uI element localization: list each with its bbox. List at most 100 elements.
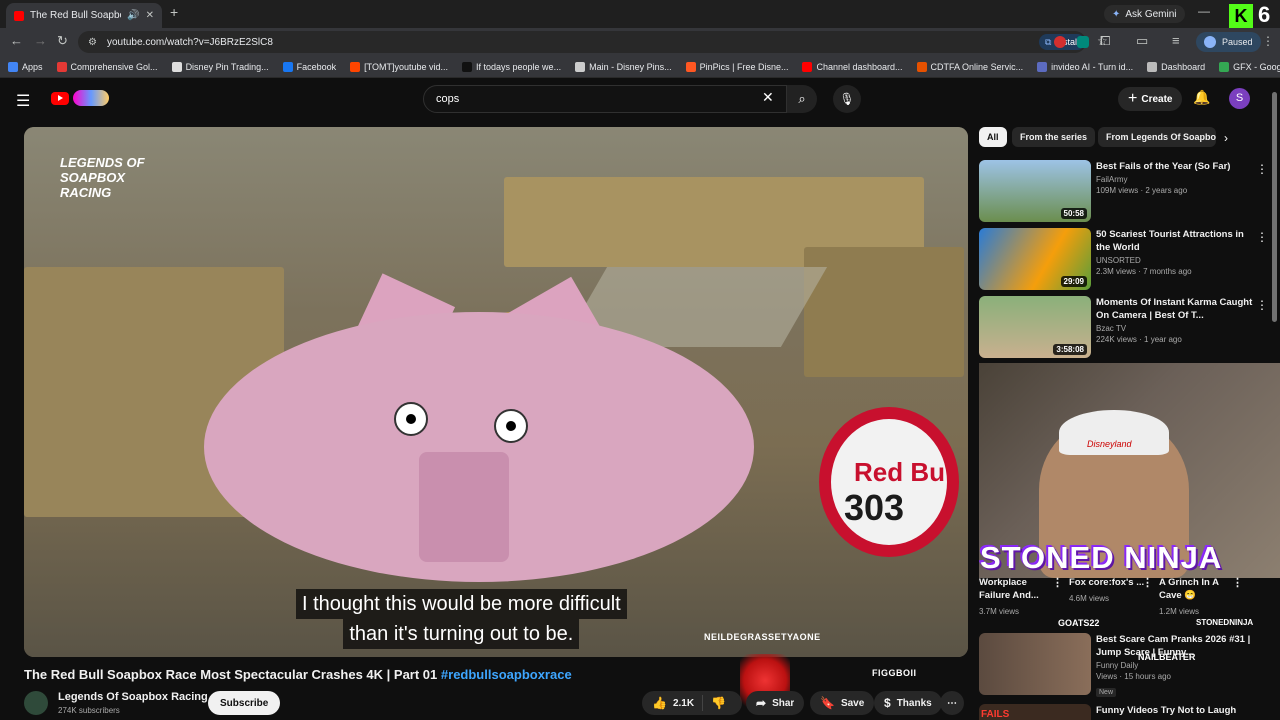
video-thumbnail[interactable] — [979, 633, 1091, 695]
short-title[interactable]: Workplace Failure And... — [979, 577, 1039, 601]
bookmark-item[interactable]: invideo AI - Turn id... — [1037, 61, 1133, 72]
bookmark-item[interactable]: Apps — [8, 61, 43, 72]
ask-gemini-button[interactable]: ✦ Ask Gemini — [1104, 5, 1185, 23]
thanks-button[interactable]: $ Thanks — [874, 691, 942, 715]
short-item[interactable]: Workplace Failure And... ⋮ 3.7M views — [979, 576, 1063, 618]
overlay-username: FIGGBOII — [872, 668, 917, 678]
channel-avatar[interactable] — [24, 691, 48, 715]
video-meta: Views · 15 hours ago — [1096, 672, 1172, 681]
bookmark-label: CDTFA Online Servic... — [930, 61, 1024, 72]
sidebar-video[interactable]: 3:58:08 Moments Of Instant Karma Caught … — [979, 296, 1274, 358]
video-thumbnail[interactable]: 50:58 — [979, 160, 1091, 222]
more-options-icon[interactable]: ⋮ — [1232, 577, 1243, 590]
chip-from-series[interactable]: From the series — [1012, 127, 1096, 147]
sidebar-video[interactable]: Best Scare Cam Pranks 2026 #31 | Jump Sc… — [979, 633, 1274, 697]
like-count[interactable]: 2.1K — [673, 698, 694, 709]
bookmark-item[interactable]: If todays people we... — [462, 61, 561, 72]
bookmark-item[interactable]: Main - Disney Pins... — [575, 61, 672, 72]
subscribe-button[interactable]: Subscribe — [208, 691, 281, 715]
bookmark-favicon-icon — [1219, 61, 1230, 72]
channel-name[interactable]: Bzac TV — [1096, 324, 1256, 333]
bookmark-item[interactable]: Comprehensive Gol... — [56, 61, 158, 72]
hashtag-link[interactable]: #redbullsoapboxrace — [441, 667, 572, 682]
clear-search-icon[interactable]: ✕ — [762, 89, 774, 106]
overlay-username: NAILBEATER — [1138, 652, 1196, 662]
channel-name[interactable]: FailArmy — [1096, 175, 1256, 184]
extensions-puzzle-icon[interactable]: ⧠ — [1100, 33, 1110, 49]
back-arrow-icon[interactable]: ← — [10, 33, 23, 48]
extension-red-icon[interactable] — [1054, 36, 1066, 48]
thumbs-down-icon[interactable]: 👎 — [711, 696, 726, 710]
bookmark-item[interactable]: Dashboard — [1147, 61, 1205, 72]
thumbs-up-icon[interactable]: 👍 — [652, 696, 667, 710]
short-item[interactable]: Fox core:fox's ... ⋮ 4.6M views — [1069, 576, 1153, 605]
extension-teal-icon[interactable] — [1077, 36, 1089, 48]
bookmark-favicon-icon — [56, 61, 67, 72]
more-options-icon[interactable]: ⋮ — [1256, 162, 1268, 176]
sidebar-video[interactable]: 29:09 50 Scariest Tourist Attractions in… — [979, 228, 1274, 290]
notifications-bell-icon[interactable]: 🔔 — [1193, 89, 1210, 106]
more-options-icon[interactable]: ⋮ — [1142, 577, 1153, 590]
more-actions-button[interactable]: ⋯ — [940, 691, 964, 715]
more-options-icon[interactable]: ⋮ — [1256, 298, 1268, 312]
bookmark-item[interactable]: PinPics | Free Disne... — [685, 61, 788, 72]
profile-paused-button[interactable]: Paused — [1196, 32, 1261, 52]
channel-name[interactable]: Legends Of Soapbox Racing — [58, 691, 208, 703]
scrollbar[interactable] — [1272, 92, 1277, 322]
channel-name[interactable]: Funny Daily — [1096, 661, 1256, 670]
bookmark-item[interactable]: Channel dashboard... — [802, 61, 903, 72]
bookmark-item[interactable]: Facebook — [282, 61, 336, 72]
bookmark-item[interactable]: Disney Pin Trading... — [171, 61, 269, 72]
hay-bales — [804, 247, 964, 377]
bookmark-icon: 🔖 — [820, 696, 835, 710]
youtube-logo[interactable] — [51, 92, 69, 105]
more-options-icon[interactable]: ⋮ — [1052, 577, 1063, 590]
browser-tab-strip: The Red Bull Soapbox Race 🔊 ✕ + ✦ Ask Ge… — [0, 0, 1280, 28]
thanks-label: Thanks — [896, 697, 932, 709]
bookmark-label: [TOMT]youtube vid... — [364, 61, 449, 72]
reload-icon[interactable]: ↻ — [57, 33, 68, 49]
video-player[interactable]: Red Bu 303 LEGENDS OF SOAPBOX RACING I t… — [24, 127, 968, 657]
forward-arrow-icon[interactable]: → — [34, 33, 47, 48]
video-title[interactable]: 50 Scariest Tourist Attractions in the W… — [1096, 228, 1256, 254]
chevron-right-icon[interactable]: › — [1224, 131, 1228, 145]
account-avatar[interactable]: S — [1229, 88, 1250, 109]
share-button[interactable]: ➦ Share — [746, 691, 805, 715]
short-title[interactable]: A Grinch In A Cave 😁 — [1159, 577, 1219, 601]
new-tab-button[interactable]: + — [170, 4, 178, 20]
video-meta: 2.3M views · 7 months ago — [1096, 267, 1192, 276]
short-title[interactable]: Fox core:fox's ... — [1069, 577, 1144, 588]
video-title[interactable]: Funny Videos Try Not to Laugh — [1096, 705, 1236, 716]
bookmark-item[interactable]: CDTFA Online Servic... — [916, 61, 1024, 72]
voice-search-icon[interactable]: 🎙 — [833, 85, 861, 113]
more-options-icon[interactable]: ⋮ — [1256, 230, 1268, 244]
close-tab-icon[interactable]: ✕ — [146, 10, 154, 21]
hamburger-menu-icon[interactable]: ☰ — [16, 91, 30, 111]
site-info-icon[interactable]: ⚙ — [88, 37, 97, 48]
active-tab[interactable]: The Red Bull Soapbox Race 🔊 ✕ — [6, 3, 162, 28]
search-input[interactable]: cops — [423, 85, 787, 113]
address-bar[interactable]: ⚙ youtube.com/watch?v=J6BRzE2SlC8 ⧉ Inst… — [78, 31, 1108, 53]
minimize-window-button[interactable]: — — [1198, 4, 1210, 18]
media-controls-icon[interactable]: ≡ — [1172, 33, 1180, 48]
save-button[interactable]: 🔖 Save — [810, 691, 875, 715]
youtube-doodle-icon[interactable] — [73, 90, 109, 106]
video-thumbnail[interactable]: 29:09 — [979, 228, 1091, 290]
video-thumbnail[interactable]: 3:58:08 — [979, 296, 1091, 358]
video-title[interactable]: Best Fails of the Year (So Far) — [1096, 160, 1256, 173]
video-thumbnail[interactable]: FAILS — [979, 704, 1091, 720]
side-panel-icon[interactable]: ▭ — [1136, 33, 1148, 49]
create-button[interactable]: + Create — [1118, 87, 1183, 111]
short-item[interactable]: A Grinch In A Cave 😁 ⋮ 1.2M views — [1159, 576, 1243, 618]
browser-menu-icon[interactable]: ⋮ — [1262, 34, 1274, 48]
bookmark-item[interactable]: GFX - Google Drive — [1219, 61, 1280, 72]
sidebar-video[interactable]: 50:58 Best Fails of the Year (So Far) Fa… — [979, 160, 1274, 222]
search-button[interactable]: ⌕ — [787, 85, 817, 113]
bookmark-item[interactable]: [TOMT]youtube vid... — [350, 61, 449, 72]
channel-name[interactable]: UNSORTED — [1096, 256, 1256, 265]
speaker-icon[interactable]: 🔊 — [127, 10, 139, 21]
video-title[interactable]: Moments Of Instant Karma Caught On Camer… — [1096, 296, 1256, 322]
chip-all[interactable]: All — [979, 127, 1007, 147]
bookmarks-bar: Apps Comprehensive Gol... Disney Pin Tradi… — [0, 56, 1280, 78]
chip-from-channel[interactable]: From Legends Of Soapbo — [1098, 127, 1216, 147]
